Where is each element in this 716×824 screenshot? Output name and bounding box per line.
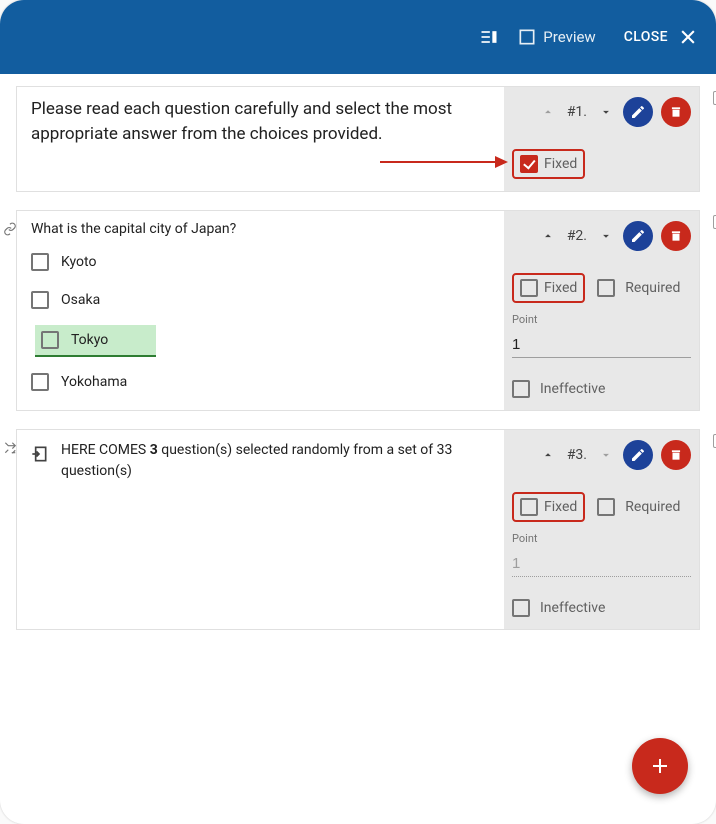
link-icon bbox=[3, 221, 17, 240]
close-button[interactable]: CLOSE bbox=[624, 27, 698, 47]
move-down-button[interactable] bbox=[597, 229, 615, 243]
choice-item[interactable]: Yokohama bbox=[31, 369, 490, 395]
card-instruction: Please read each question carefully and … bbox=[16, 86, 700, 192]
fixed-label: Fixed bbox=[544, 156, 577, 172]
point-input[interactable] bbox=[512, 334, 691, 358]
ineffective-label: Ineffective bbox=[540, 600, 605, 616]
ineffective-checkbox[interactable] bbox=[512, 599, 530, 617]
edit-button[interactable] bbox=[623, 97, 653, 127]
fixed-label: Fixed bbox=[544, 499, 577, 515]
choice-item-correct[interactable]: Tokyo bbox=[35, 325, 156, 357]
form-options-icon[interactable] bbox=[479, 27, 499, 47]
required-checkbox[interactable] bbox=[597, 279, 615, 297]
fixed-label: Fixed bbox=[544, 280, 577, 296]
move-up-button[interactable] bbox=[539, 229, 557, 243]
move-down-button[interactable] bbox=[597, 105, 615, 119]
random-description: HERE COMES 3 question(s) selected random… bbox=[61, 440, 490, 482]
ineffective-checkbox[interactable] bbox=[512, 380, 530, 398]
point-input bbox=[512, 553, 691, 577]
instruction-text: Please read each question carefully and … bbox=[31, 97, 490, 146]
required-label: Required bbox=[625, 280, 680, 296]
required-checkbox[interactable] bbox=[597, 498, 615, 516]
delete-button[interactable] bbox=[661, 97, 691, 127]
card-question: What is the capital city of Japan? Kyoto… bbox=[16, 210, 700, 411]
point-label: Point bbox=[512, 313, 691, 326]
ineffective-label: Ineffective bbox=[540, 381, 605, 397]
delete-button[interactable] bbox=[661, 221, 691, 251]
edit-button[interactable] bbox=[623, 221, 653, 251]
fixed-checkbox[interactable] bbox=[520, 155, 538, 173]
preview-button[interactable]: Preview bbox=[517, 27, 595, 47]
choice-item[interactable]: Kyoto bbox=[31, 249, 490, 275]
shuffle-icon bbox=[3, 440, 17, 459]
input-icon bbox=[29, 444, 49, 468]
fixed-checkbox[interactable] bbox=[520, 279, 538, 297]
card-number: #3. bbox=[567, 447, 587, 463]
move-up-button[interactable] bbox=[539, 105, 557, 119]
delete-button[interactable] bbox=[661, 440, 691, 470]
choice-item[interactable]: Osaka bbox=[31, 287, 490, 313]
add-button[interactable] bbox=[632, 738, 688, 794]
card-number: #1. bbox=[567, 104, 587, 120]
move-down-button[interactable] bbox=[597, 448, 615, 462]
card-number: #2. bbox=[567, 228, 587, 244]
close-label: CLOSE bbox=[624, 29, 668, 45]
preview-label: Preview bbox=[543, 28, 595, 46]
move-up-button[interactable] bbox=[539, 448, 557, 462]
card-random: HERE COMES 3 question(s) selected random… bbox=[16, 429, 700, 630]
point-label: Point bbox=[512, 532, 691, 545]
required-label: Required bbox=[625, 499, 680, 515]
edit-button[interactable] bbox=[623, 440, 653, 470]
fixed-checkbox[interactable] bbox=[520, 498, 538, 516]
question-text: What is the capital city of Japan? bbox=[31, 221, 490, 237]
